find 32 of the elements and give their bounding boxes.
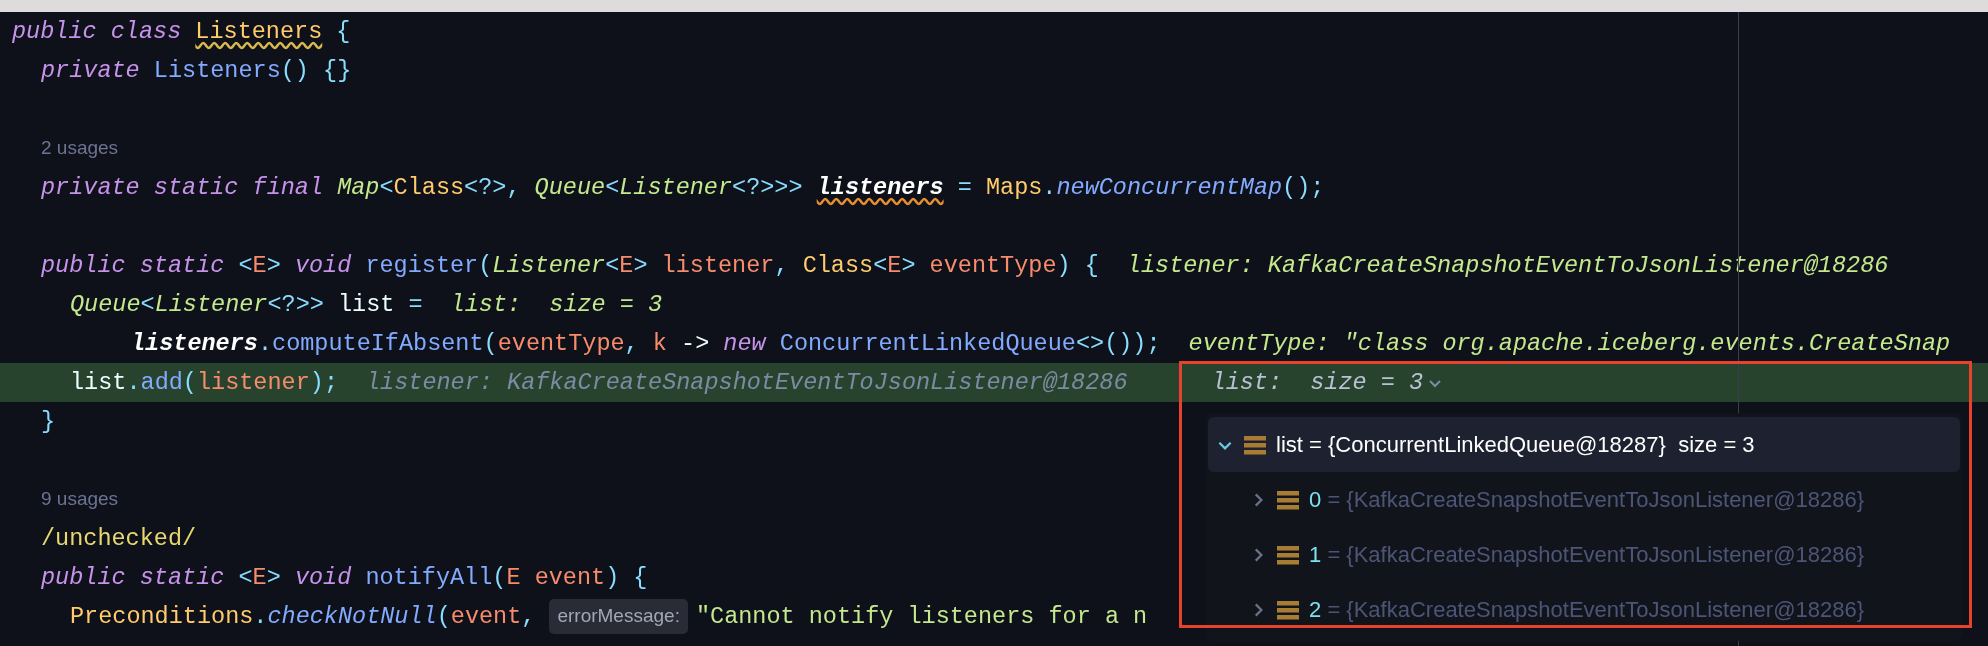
usages-hint[interactable]: 9 usages (41, 485, 119, 514)
tree-node-label: 0 = {KafkaCreateSnapshotEventToJsonListener@18286} (1309, 486, 1865, 514)
tree-row[interactable]: 1 = {KafkaCreateSnapshotEventToJsonListener@18286} (1208, 527, 1960, 582)
field-icon (1244, 434, 1266, 455)
code-text: private Listeners() {} (41, 55, 352, 86)
code-text: public static <E> void notifyAll(E event) { (41, 562, 648, 593)
code-text: listeners.computeIfAbsent(eventType, k -> new ConcurrentLinkedQueue<>()); (131, 328, 1161, 359)
field-icon (1277, 599, 1299, 620)
usages-hint[interactable]: 2 usages (41, 134, 119, 163)
inline-value-hint: listener: KafkaCreateSnapshotEventToJsonListener@18286 (1126, 250, 1889, 281)
tree-node-label: 2 = {KafkaCreateSnapshotEventToJsonListener@18286} (1309, 596, 1865, 624)
code-text: public static <E> void register(Listener<E> listener, Class<E> eventType) { (41, 250, 1099, 281)
tree-row[interactable]: list = {ConcurrentLinkedQueue@18287} size = 3 (1208, 417, 1960, 472)
tree-node-label: list = {ConcurrentLinkedQueue@18287} size = 3 (1276, 431, 1755, 459)
code-text: list.add(listener); (70, 367, 338, 398)
code-text: /unchecked/ (41, 523, 197, 554)
code-text: Preconditions.checkNotNull(event, (70, 601, 536, 632)
inline-value-hint: listener: KafkaCreateSnapshotEventToJsonListener@18286 (366, 367, 1128, 398)
inline-value-hint: eventType: "class org.apache.iceberg.events.CreateSnap (1188, 328, 1951, 359)
field-icon (1277, 489, 1299, 510)
code-text: "Cannot notify listeners for a n (695, 601, 1148, 632)
parameter-name-hint: errorMessage: (549, 599, 688, 634)
tree-node-label: 1 = {KafkaCreateSnapshotEventToJsonListener@18286} (1309, 541, 1865, 569)
value-dropdown[interactable]: list: size = 3 (1211, 364, 1444, 401)
code-text: public class Listeners { (12, 16, 351, 47)
code-text: } (41, 406, 56, 437)
code-text: Queue<Listener<?>> list = (70, 289, 423, 320)
tree-row[interactable]: 0 = {KafkaCreateSnapshotEventToJsonListener@18286} (1208, 472, 1960, 527)
code-text: private static final Map<Class<?>, Queue<Listener<?>>> listeners = Maps.newConcurrentMap(); (41, 172, 1325, 203)
field-icon (1277, 544, 1299, 565)
inline-value-hint: list: size = 3 (450, 289, 663, 320)
tree-row[interactable]: 2 = {KafkaCreateSnapshotEventToJsonListener@18286} (1208, 582, 1960, 637)
